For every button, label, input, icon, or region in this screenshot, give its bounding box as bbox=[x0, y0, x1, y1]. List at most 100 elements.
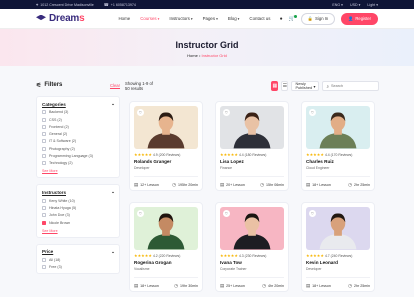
instructor-photo[interactable]: ♡ bbox=[306, 106, 370, 149]
lesson-count: 12+ Lesson bbox=[140, 182, 159, 187]
cart-badge bbox=[293, 14, 297, 18]
instructors-see-more[interactable]: See More bbox=[42, 229, 115, 233]
price-header[interactable]: Price ⌄ bbox=[42, 249, 115, 255]
star-icon: ★★★★★ bbox=[306, 152, 324, 157]
clear-filters-link[interactable]: Clear bbox=[110, 83, 120, 88]
checkbox[interactable] bbox=[42, 205, 46, 210]
checkbox[interactable] bbox=[42, 213, 46, 218]
instructor-photo[interactable]: ♡ bbox=[220, 207, 284, 250]
nav-item[interactable]: Instructors ▾ bbox=[169, 16, 192, 21]
breadcrumb-current: Instructor Grid bbox=[201, 53, 227, 58]
instructor-card[interactable]: ♡ ★★★★★ 4.4 (180 Reviews) Lisa Lopez Finance ▤… bbox=[215, 101, 289, 191]
checkbox[interactable] bbox=[42, 154, 46, 159]
checkbox[interactable] bbox=[42, 198, 46, 203]
instructor-name[interactable]: Lisa Lopez bbox=[220, 159, 284, 164]
heart-icon[interactable]: ♡ bbox=[223, 210, 230, 217]
list-view-button[interactable]: ☰ bbox=[281, 81, 289, 91]
filter-option[interactable]: IT & Software (2) bbox=[42, 139, 115, 144]
filter-option[interactable]: John Doe (3) bbox=[42, 213, 115, 218]
logo[interactable]: Dreams bbox=[36, 13, 85, 24]
checkbox[interactable] bbox=[42, 132, 46, 137]
instructor-card[interactable]: ♡ ★★★★★ 4.3 (230 Reviews) Ivana Tow Corporate… bbox=[215, 202, 289, 292]
filter-option[interactable]: Keny White (10) bbox=[42, 198, 115, 203]
instructor-name[interactable]: Charles Ruiz bbox=[306, 159, 370, 164]
sort-select[interactable]: Newly Published ▾ bbox=[291, 81, 320, 91]
heart-icon[interactable]: ♡ bbox=[137, 210, 144, 217]
filter-option-label: Hinata Hyuga (5) bbox=[49, 205, 77, 210]
heart-icon[interactable]: ♡ bbox=[223, 109, 230, 116]
instructor-photo[interactable]: ♡ bbox=[220, 106, 284, 149]
instructor-name[interactable]: Rolands Granger bbox=[134, 159, 198, 164]
filter-option[interactable]: General (2) bbox=[42, 132, 115, 137]
duration: 4hr 20min bbox=[268, 283, 284, 288]
filter-option[interactable]: Technology (2) bbox=[42, 161, 115, 166]
filter-option[interactable]: Programming Language (3) bbox=[42, 154, 115, 159]
checkbox[interactable] bbox=[42, 265, 46, 270]
filter-option-label: Frontend (2) bbox=[49, 124, 69, 129]
nav-item[interactable]: Contact us bbox=[249, 16, 270, 21]
register-button[interactable]: 👤 Register bbox=[341, 12, 378, 25]
theme-toggle-icon[interactable]: ● bbox=[280, 16, 283, 22]
page-title: Instructor Grid bbox=[175, 40, 239, 50]
mode-select[interactable]: Light ▾ bbox=[367, 3, 378, 7]
nav-item[interactable]: Courses ▾ bbox=[140, 16, 159, 21]
review-count: (240 Reviews) bbox=[330, 253, 353, 258]
filter-option[interactable]: All (18) bbox=[42, 257, 115, 262]
checkbox[interactable] bbox=[42, 161, 46, 166]
nav-item[interactable]: Pages ▾ bbox=[203, 16, 218, 21]
filter-option[interactable]: Hinata Hyuga (5) bbox=[42, 205, 115, 210]
nav-item[interactable]: Home bbox=[119, 16, 131, 21]
duration: 195hr 20min bbox=[178, 182, 198, 187]
signin-button[interactable]: 🔒 Sign In bbox=[300, 12, 336, 25]
card-meta: ▤ 18+ Lesson ◷ 2hr 25min bbox=[306, 276, 370, 289]
instructor-photo[interactable]: ♡ bbox=[306, 207, 370, 250]
checkbox[interactable] bbox=[42, 117, 46, 122]
instructor-photo[interactable]: ♡ bbox=[134, 106, 198, 149]
chevron-down-icon: ⌄ bbox=[111, 248, 115, 254]
checkbox[interactable] bbox=[42, 146, 46, 151]
clock-icon: ◷ bbox=[260, 181, 265, 187]
instructor-name[interactable]: Kevin Leonard bbox=[306, 260, 370, 265]
checkbox[interactable] bbox=[42, 139, 46, 144]
breadcrumb-home[interactable]: Home bbox=[187, 53, 198, 58]
language-select[interactable]: ENG ▾ bbox=[332, 3, 343, 7]
user-icon: 👤 bbox=[348, 15, 354, 21]
filter-option-label: General (2) bbox=[49, 132, 68, 137]
cart-icon[interactable]: 🛒 bbox=[289, 14, 297, 22]
checkbox[interactable] bbox=[42, 257, 46, 262]
filter-option[interactable]: Free (3) bbox=[42, 265, 115, 270]
book-icon: ▤ bbox=[134, 181, 139, 187]
instructor-card[interactable]: ♡ ★★★★★ 4.4 (170 Reviews) Charles Ruiz Cloud … bbox=[301, 101, 375, 191]
currency-select[interactable]: USD ▾ bbox=[350, 3, 360, 7]
search-input[interactable] bbox=[330, 84, 375, 88]
instructor-name[interactable]: Rogerina Grogan bbox=[134, 260, 198, 265]
filter-option[interactable]: Frontend (2) bbox=[42, 124, 115, 129]
filter-option[interactable]: Backend (3) bbox=[42, 110, 115, 115]
nav-item[interactable]: Blog ▾ bbox=[228, 16, 240, 21]
instructors-header[interactable]: Instructors ⌄ bbox=[42, 189, 115, 195]
instructor-photo[interactable]: ♡ bbox=[134, 207, 198, 250]
filter-option[interactable]: CSS (2) bbox=[42, 117, 115, 122]
instructor-name[interactable]: Ivana Tow bbox=[220, 260, 284, 265]
heart-icon[interactable]: ♡ bbox=[309, 210, 316, 217]
checkbox[interactable] bbox=[42, 110, 46, 115]
instructors-panel: Instructors ⌄ Keny White (10) Hinata Hyuga… bbox=[36, 184, 120, 238]
graduation-cap-icon bbox=[36, 14, 46, 21]
filter-option[interactable]: Photography (2) bbox=[42, 146, 115, 151]
checkbox[interactable] bbox=[42, 124, 46, 129]
heart-icon[interactable]: ♡ bbox=[309, 109, 316, 116]
rating-value: 4.9 bbox=[152, 152, 158, 157]
instructor-card[interactable]: ♡ ★★★★★ 4.7 (240 Reviews) Kevin Leonard Devel… bbox=[301, 202, 375, 292]
instructor-card[interactable]: ♡ ★★★★★ 4.9 (200 Reviews) Rolands Granger Dev… bbox=[129, 101, 203, 191]
phone-info[interactable]: ☎ +1 6058713974 bbox=[104, 2, 136, 7]
heart-icon[interactable]: ♡ bbox=[137, 109, 144, 116]
instructor-card[interactable]: ♡ ★★★★★ 4.2 (220 Reviews) Rogerina Grogan Voc… bbox=[129, 202, 203, 292]
filter-option-label: All (18) bbox=[49, 257, 61, 262]
grid-view-button[interactable]: ▦ bbox=[271, 81, 279, 91]
categories-see-more[interactable]: See More bbox=[42, 169, 115, 173]
filter-option[interactable]: Nicole Brown bbox=[42, 220, 115, 225]
lesson-count: 18+ Lesson bbox=[312, 182, 331, 187]
checkbox[interactable] bbox=[42, 220, 46, 225]
categories-header[interactable]: Categories ⌄ bbox=[42, 101, 115, 107]
categories-panel: Categories ⌄ Backend (3) CSS (2) Frontend (… bbox=[36, 96, 120, 179]
